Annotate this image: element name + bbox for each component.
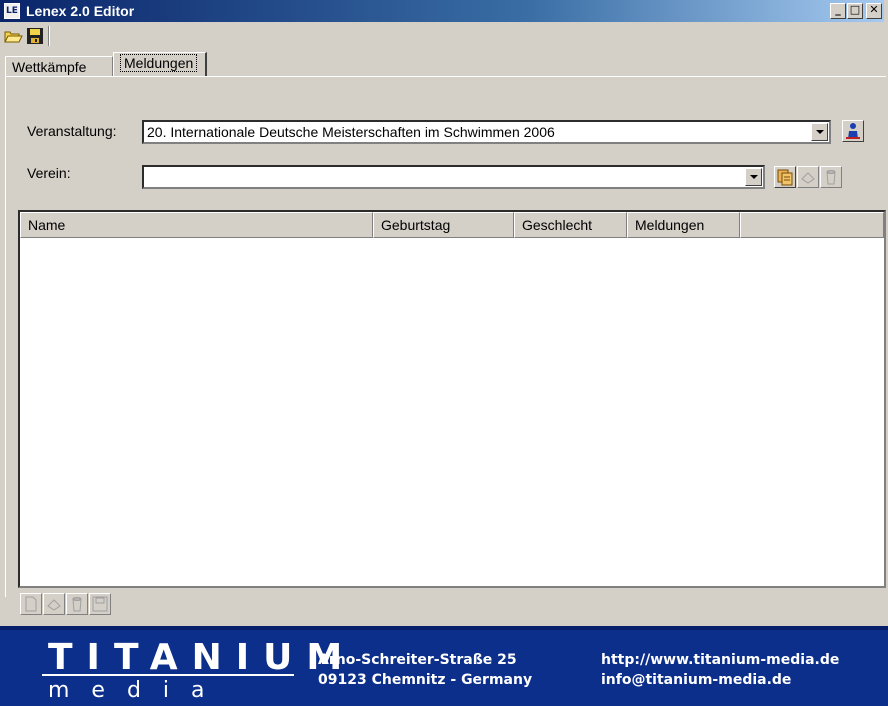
club-select[interactable] — [142, 165, 765, 189]
title-bar[interactable]: LE Lenex 2.0 Editor — [0, 0, 884, 22]
person-icon[interactable] — [842, 120, 864, 142]
app-window: LE Lenex 2.0 Editor _ □ ✕ Wettkämpfe Mel… — [0, 0, 888, 706]
logo-titanium: TITANIUM — [48, 637, 357, 678]
minimize-button[interactable]: _ — [830, 3, 846, 19]
delete-bin-icon[interactable] — [66, 593, 88, 615]
event-label: Veranstaltung: — [27, 123, 117, 139]
club-label: Verein: — [27, 165, 71, 181]
tab-wettkaempfe[interactable]: Wettkämpfe — [5, 56, 113, 76]
column-header-name[interactable]: Name — [20, 212, 373, 238]
app-icon: LE — [4, 3, 20, 19]
column-header-filler — [740, 212, 884, 238]
copy-club-icon[interactable] — [774, 166, 796, 188]
tab-label: Wettkämpfe — [12, 59, 87, 75]
email-link[interactable]: info@titanium-media.de — [601, 670, 791, 690]
logo-rule — [42, 674, 294, 676]
window-title: Lenex 2.0 Editor — [26, 3, 135, 19]
event-select[interactable]: 20. Internationale Deutsche Meisterschaf… — [142, 120, 831, 144]
logo-media: media — [48, 678, 227, 703]
close-button[interactable]: ✕ — [866, 3, 882, 19]
column-header-geburtstag[interactable]: Geburtstag — [373, 212, 514, 238]
footer-banner: TITANIUM media Arno-Schreiter-Straße 25 … — [0, 626, 888, 706]
website-link[interactable]: http://www.titanium-media.de — [601, 650, 839, 670]
event-select-value: 20. Internationale Deutsche Meisterschaf… — [147, 124, 555, 140]
edit-eraser-icon[interactable] — [797, 166, 819, 188]
address-line-1: Arno-Schreiter-Straße 25 — [318, 652, 517, 668]
folder-open-icon[interactable] — [2, 25, 24, 47]
column-header-geschlecht[interactable]: Geschlecht — [514, 212, 627, 238]
athlete-list[interactable]: Name Geburtstag Geschlecht Meldungen — [18, 210, 886, 588]
tab-meldungen[interactable]: Meldungen — [113, 52, 207, 77]
floppy-disk-icon[interactable] — [24, 25, 46, 47]
delete-bin-icon[interactable] — [820, 166, 842, 188]
column-header-meldungen[interactable]: Meldungen — [627, 212, 740, 238]
address-line-2: 09123 Chemnitz - Germany — [318, 672, 533, 688]
maximize-button[interactable]: □ — [847, 3, 863, 19]
floppy-disk-icon[interactable] — [89, 593, 111, 615]
chevron-down-icon[interactable] — [811, 123, 828, 141]
tab-label: Meldungen — [120, 54, 198, 72]
toolbar-separator — [48, 26, 50, 46]
new-document-icon[interactable] — [20, 593, 42, 615]
chevron-down-icon[interactable] — [745, 168, 762, 186]
edit-eraser-icon[interactable] — [43, 593, 65, 615]
footer-divider — [0, 626, 888, 630]
